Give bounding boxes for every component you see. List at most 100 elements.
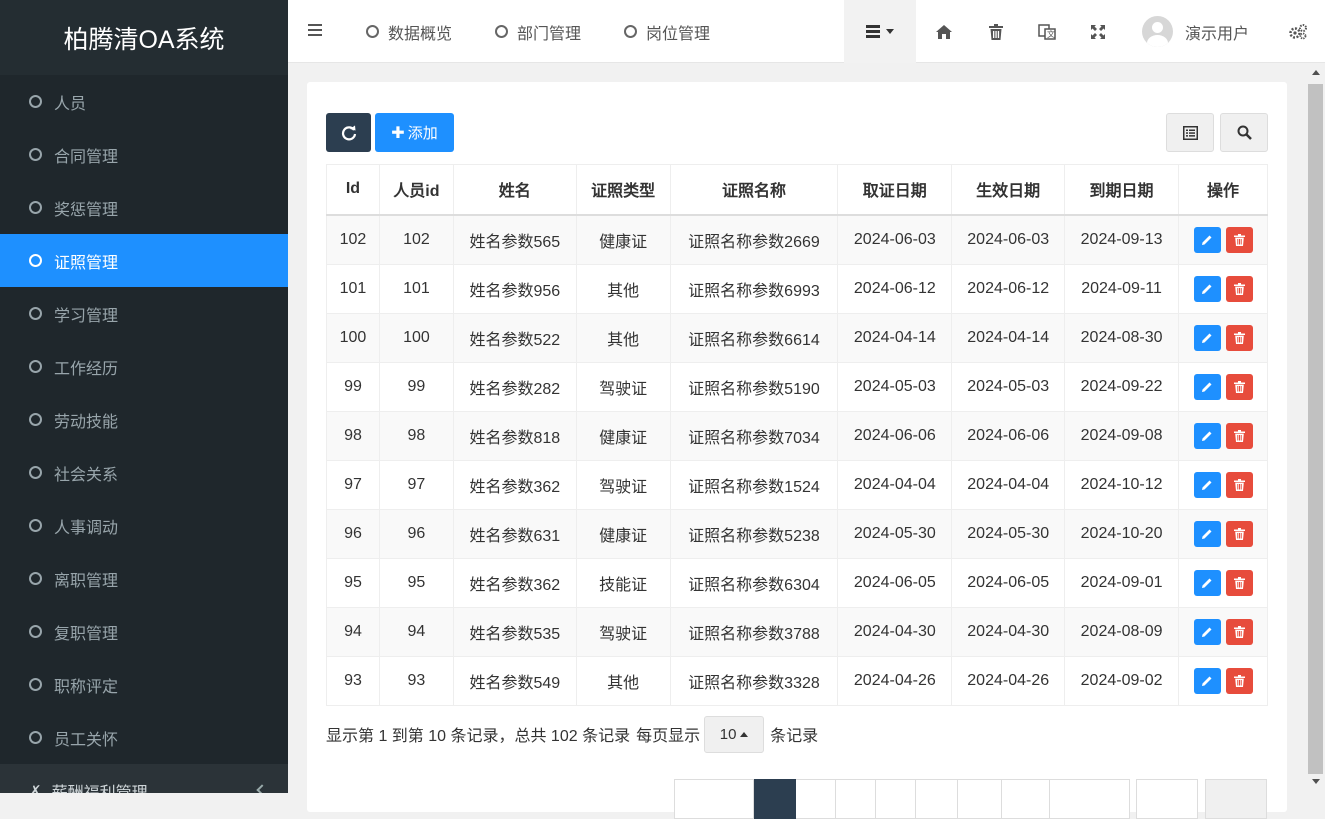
delete-button[interactable] [1225, 226, 1253, 253]
home-icon[interactable] [924, 0, 964, 63]
user-menu[interactable]: 演示用户 [1142, 0, 1249, 63]
columns-toggle-button[interactable] [1166, 113, 1214, 152]
sidebar-group-salary[interactable]: ✗ 薪酬福利管理 [0, 764, 288, 793]
edit-button[interactable] [1193, 226, 1221, 253]
translate-icon[interactable]: 文 [1027, 0, 1067, 63]
sidebar-item[interactable]: 人事调动 [0, 499, 288, 552]
table-row[interactable]: 96 96 姓名参数631 健康证 证照名称参数5238 2024-05-30 2024-0… [326, 508, 1268, 559]
circle-icon [29, 519, 42, 532]
trash-icon [1233, 478, 1245, 491]
column-header[interactable]: 证照名称 [669, 164, 839, 216]
sidebar-item[interactable]: 合同管理 [0, 128, 288, 181]
circle-icon [495, 25, 508, 38]
vertical-scrollbar[interactable] [1307, 63, 1325, 793]
edit-button[interactable] [1193, 618, 1221, 645]
sidebar-item[interactable]: 人员 [0, 75, 288, 128]
scroll-up-arrow-icon[interactable] [1312, 70, 1320, 75]
sidebar-item-label: 证照管理 [54, 254, 119, 272]
sidebar-item[interactable]: 社会关系 [0, 446, 288, 499]
sidebar-item[interactable]: 离职管理 [0, 552, 288, 605]
table-row[interactable]: 95 95 姓名参数362 技能证 证照名称参数6304 2024-06-05 2024-0… [326, 557, 1268, 608]
page-jump-button[interactable] [1205, 779, 1267, 819]
table-cell: 97 [378, 459, 454, 510]
table-cell: 2024-05-03 [837, 361, 953, 412]
edit-button[interactable] [1193, 569, 1221, 596]
edit-button[interactable] [1193, 373, 1221, 400]
table-row[interactable]: 100 100 姓名参数522 其他 证照名称参数6614 2024-04-14 2024-… [326, 312, 1268, 363]
hamburger-menu-icon[interactable] [308, 24, 322, 39]
sidebar-item[interactable]: 证照管理 [0, 234, 288, 287]
delete-button[interactable] [1225, 618, 1253, 645]
column-header[interactable]: 姓名 [452, 164, 577, 216]
page-item[interactable] [836, 779, 876, 819]
delete-button[interactable] [1225, 324, 1253, 351]
x-icon: ✗ [29, 782, 42, 794]
table-cell: 98 [378, 410, 454, 461]
table-cell: 2024-09-02 [1064, 655, 1179, 706]
column-header[interactable]: 人员id [378, 164, 454, 216]
tab-position[interactable]: 岗位管理 [624, 0, 710, 63]
table-row[interactable]: 97 97 姓名参数362 驾驶证 证照名称参数1524 2024-04-04 2024-0… [326, 459, 1268, 510]
menu-dropdown-button[interactable] [844, 0, 916, 63]
delete-button[interactable] [1225, 373, 1253, 400]
edit-button[interactable] [1193, 520, 1221, 547]
table-cell: 驾驶证 [575, 459, 671, 510]
table-row[interactable]: 93 93 姓名参数549 其他 证照名称参数3328 2024-04-26 2024-04… [326, 655, 1268, 706]
sidebar-item[interactable]: 工作经历 [0, 340, 288, 393]
edit-button[interactable] [1193, 422, 1221, 449]
table-row[interactable]: 94 94 姓名参数535 驾驶证 证照名称参数3788 2024-04-30 2024-0… [326, 606, 1268, 657]
table-row[interactable]: 98 98 姓名参数818 健康证 证照名称参数7034 2024-06-06 2024-0… [326, 410, 1268, 461]
delete-button[interactable] [1225, 275, 1253, 302]
table-cell: 其他 [575, 263, 671, 314]
fullscreen-icon[interactable] [1078, 0, 1118, 63]
edit-button[interactable] [1193, 275, 1221, 302]
delete-button[interactable] [1225, 520, 1253, 547]
page-item[interactable] [796, 779, 836, 819]
sidebar-item[interactable]: 奖惩管理 [0, 181, 288, 234]
page-item[interactable] [1002, 779, 1050, 819]
sidebar-item[interactable]: 劳动技能 [0, 393, 288, 446]
table-row[interactable]: 102 102 姓名参数565 健康证 证照名称参数2669 2024-06-03 2024… [326, 214, 1268, 265]
sidebar-item[interactable]: 学习管理 [0, 287, 288, 340]
sidebar-item[interactable]: 职称评定 [0, 658, 288, 711]
table-row[interactable]: 99 99 姓名参数282 驾驶证 证照名称参数5190 2024-05-03 2024-0… [326, 361, 1268, 412]
page-jump-input[interactable] [1136, 779, 1198, 819]
tab-department[interactable]: 部门管理 [495, 0, 581, 63]
settings-icon[interactable] [1278, 0, 1318, 63]
page-item-current[interactable] [754, 779, 796, 819]
sidebar-item[interactable]: 复职管理 [0, 605, 288, 658]
add-button[interactable]: ✚ 添加 [375, 113, 454, 152]
table-cell: 2024-05-03 [951, 361, 1066, 412]
sidebar-item-label: 奖惩管理 [54, 201, 119, 219]
page-item[interactable] [876, 779, 916, 819]
delete-button[interactable] [1225, 667, 1253, 694]
edit-button[interactable] [1193, 471, 1221, 498]
table-row[interactable]: 101 101 姓名参数956 其他 证照名称参数6993 2024-06-12 2024-… [326, 263, 1268, 314]
column-header[interactable]: 取证日期 [837, 164, 953, 216]
column-header[interactable]: 操作 [1178, 164, 1268, 216]
page-next-button[interactable] [1050, 779, 1130, 819]
delete-button[interactable] [1225, 471, 1253, 498]
delete-button[interactable] [1225, 422, 1253, 449]
page-item[interactable] [958, 779, 1002, 819]
scrollbar-thumb[interactable] [1308, 84, 1323, 774]
delete-button[interactable] [1225, 569, 1253, 596]
column-header[interactable]: 生效日期 [951, 164, 1066, 216]
sidebar-item[interactable]: 员工关怀 [0, 711, 288, 764]
refresh-button[interactable] [326, 113, 371, 152]
page-prev-button[interactable] [674, 779, 754, 819]
scroll-down-arrow-icon[interactable] [1312, 779, 1320, 784]
tab-data-overview[interactable]: 数据概览 [366, 0, 452, 63]
column-header[interactable]: 证照类型 [575, 164, 671, 216]
page-item[interactable] [916, 779, 958, 819]
trash-icon[interactable] [976, 0, 1016, 63]
edit-button[interactable] [1193, 324, 1221, 351]
row-actions [1178, 361, 1268, 412]
edit-button[interactable] [1193, 667, 1221, 694]
search-button[interactable] [1220, 113, 1268, 152]
page-size-select[interactable]: 10 [704, 715, 765, 753]
sidebar-item-label: 学习管理 [54, 307, 119, 325]
column-header[interactable]: 到期日期 [1064, 164, 1179, 216]
column-header[interactable]: Id [326, 164, 380, 216]
pencil-icon [1201, 528, 1213, 540]
